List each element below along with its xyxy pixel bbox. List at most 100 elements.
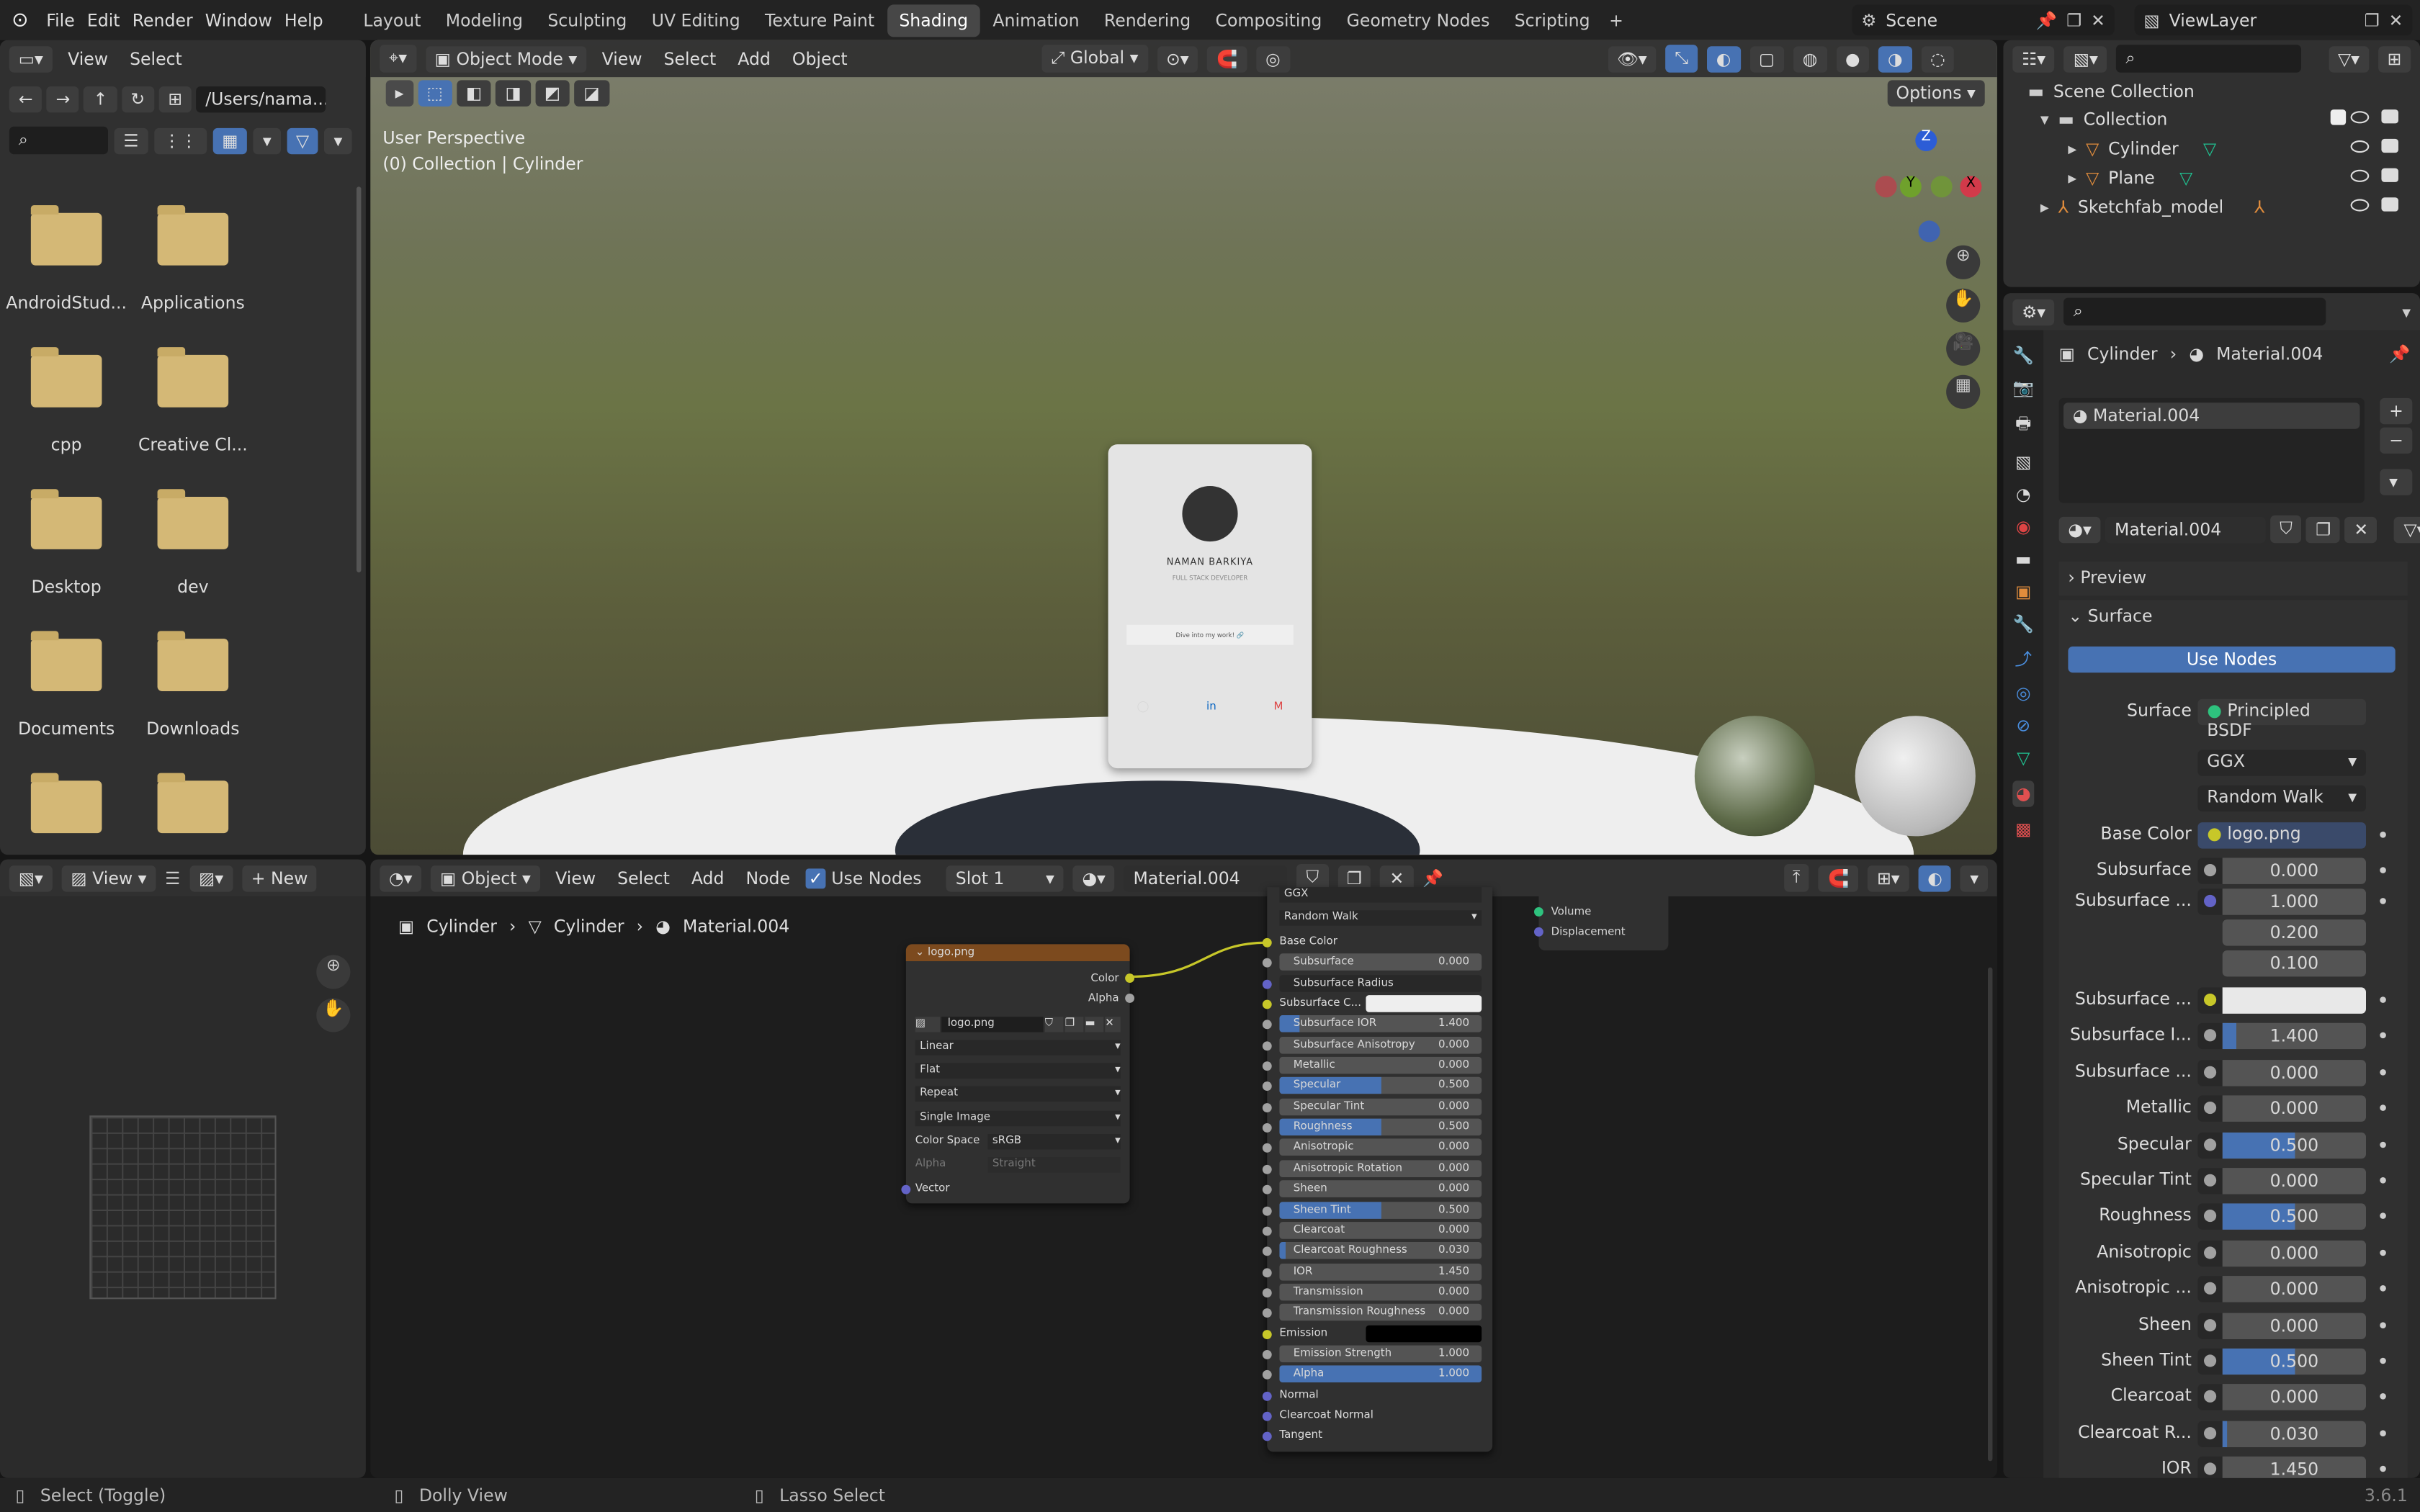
value-field[interactable]: 0.000: [2222, 1312, 2367, 1339]
texture-tab-icon[interactable]: ▩: [2015, 819, 2031, 840]
input-socket[interactable]: [1262, 1123, 1272, 1133]
volume-socket[interactable]: [1534, 907, 1543, 917]
filter-dropdown[interactable]: ▾: [324, 127, 352, 154]
camera-icon[interactable]: 🎥: [1946, 331, 1981, 366]
disclosure-closed-icon[interactable]: ▸: [2040, 197, 2049, 217]
node-slider[interactable]: Subsurface 0.000: [1279, 953, 1482, 971]
parent-directory-icon[interactable]: ↑: [84, 86, 117, 113]
shading-rendered-icon[interactable]: ◌: [1921, 45, 1955, 72]
tab-compositing[interactable]: Compositing: [1203, 4, 1334, 36]
input-socket[interactable]: [1262, 1081, 1272, 1092]
pivot-icon[interactable]: ⊙▾: [1157, 45, 1198, 72]
eye-icon[interactable]: [2350, 111, 2370, 124]
tab-texture-paint[interactable]: Texture Paint: [753, 4, 887, 36]
node-slider[interactable]: IOR 1.450: [1279, 1263, 1482, 1280]
input-socket[interactable]: [1262, 1061, 1272, 1071]
options-button[interactable]: Options ▾: [1886, 80, 1985, 107]
base-color-link[interactable]: ● logo.png: [2197, 822, 2367, 849]
outliner-item-cylinder[interactable]: ▸ ▽ Cylinder ▽: [2068, 134, 2216, 163]
subcolor-socket[interactable]: [1262, 999, 1272, 1009]
node-slider[interactable]: Clearcoat Roughness 0.030: [1279, 1242, 1482, 1259]
3d-viewport[interactable]: ⌖▾ ▣ Object Mode ▾ View Select Add Objec…: [370, 40, 1997, 855]
distribution-dropdown[interactable]: GGX ▾: [2197, 750, 2367, 776]
node-slider[interactable]: Transmission Roughness 0.000: [1279, 1304, 1482, 1321]
view-layer-tab-icon[interactable]: ▧: [2015, 452, 2031, 472]
empty-data-icon[interactable]: ⅄: [2254, 197, 2264, 217]
input-socket[interactable]: [1262, 1370, 1272, 1380]
close-icon[interactable]: ✕: [2389, 10, 2403, 30]
view-layer-name[interactable]: ViewLayer: [2169, 10, 2355, 30]
back-icon[interactable]: ←: [9, 86, 42, 113]
socket-link-button[interactable]: [2197, 1421, 2223, 1447]
mesh-data-icon[interactable]: ▽: [2179, 168, 2192, 189]
interpolation-dropdown[interactable]: Linear ▾: [915, 1040, 1121, 1056]
keyframe-dot[interactable]: [2380, 1466, 2386, 1472]
axis-x[interactable]: X: [1960, 176, 1982, 198]
socket-link-button[interactable]: [2197, 1276, 2223, 1302]
refresh-icon[interactable]: ↻: [121, 86, 155, 113]
output-tab-icon[interactable]: 🖶: [2015, 410, 2031, 440]
use-nodes-button[interactable]: Use Nodes: [2068, 646, 2396, 673]
value-field[interactable]: 0.500: [2222, 1348, 2367, 1375]
scene-tab-icon[interactable]: ◔: [2016, 485, 2031, 505]
input-socket[interactable]: [1262, 1185, 1272, 1194]
outliner-item-plane[interactable]: ▸ ▽ Plane ▽: [2068, 163, 2192, 193]
axis-neg-y[interactable]: [1930, 176, 1953, 198]
shading-wireframe-icon[interactable]: ◍: [1793, 45, 1827, 72]
socket-link-button[interactable]: [2197, 1095, 2223, 1122]
socket-link-button[interactable]: [2197, 1059, 2223, 1086]
collection-tab-icon[interactable]: ▬: [2015, 549, 2031, 570]
source-dropdown[interactable]: Single Image ▾: [915, 1110, 1121, 1127]
slot-specials-button[interactable]: ▾: [2380, 469, 2413, 495]
base-color-socket[interactable]: [1262, 937, 1272, 948]
pin-icon[interactable]: 📌: [2389, 344, 2410, 364]
folder-item[interactable]: Desktop: [4, 489, 127, 597]
value-field[interactable]: [2222, 987, 2367, 1014]
keyframe-dot[interactable]: [2380, 832, 2386, 838]
mode-dropdown[interactable]: ▣ Object Mode ▾: [425, 45, 587, 72]
socket-link-button[interactable]: [2197, 987, 2223, 1014]
sort-dropdown[interactable]: ▾: [254, 127, 281, 154]
duplicate-icon[interactable]: ❐: [2365, 10, 2380, 30]
thumbnail-view-icon[interactable]: ▦: [212, 127, 248, 154]
subsurface-method-dropdown[interactable]: Random Walk ▾: [1279, 910, 1482, 926]
menu-view[interactable]: View: [62, 45, 115, 71]
socket-link-button[interactable]: [2197, 888, 2223, 915]
menu-window[interactable]: Window: [199, 7, 278, 33]
node-slider[interactable]: Subsurface IOR 1.400: [1279, 1015, 1482, 1033]
scrollbar[interactable]: [1988, 967, 1993, 1462]
projection-dropdown[interactable]: Flat ▾: [915, 1063, 1121, 1079]
view-layer-selector[interactable]: ▧ ViewLayer ❐ ✕: [2134, 4, 2413, 36]
tangent-socket[interactable]: [1262, 1432, 1272, 1442]
output-color-socket[interactable]: [1125, 973, 1135, 984]
keyframe-dot[interactable]: [2380, 1249, 2386, 1256]
scene-selector[interactable]: ⚙ Scene 📌 ❐ ✕: [1852, 4, 2115, 36]
forward-icon[interactable]: →: [46, 86, 80, 113]
navigation-gizmo[interactable]: Z Y X: [1875, 125, 1984, 243]
ccnormal-socket[interactable]: [1262, 1411, 1272, 1421]
value-field[interactable]: 0.000: [2222, 1168, 2367, 1194]
path-field[interactable]: /Users/nama...: [196, 86, 326, 113]
tab-shading[interactable]: Shading: [887, 4, 981, 37]
fake-user-icon[interactable]: ⛉: [1044, 1017, 1064, 1032]
node-header[interactable]: ⌄ logo.png: [905, 944, 1130, 962]
node-slider[interactable]: Roughness 0.500: [1279, 1118, 1482, 1136]
zoom-icon[interactable]: ⊕: [1946, 245, 1981, 279]
input-socket[interactable]: [1262, 1102, 1272, 1112]
close-icon[interactable]: ✕: [2091, 10, 2105, 30]
input-socket[interactable]: [1262, 1246, 1272, 1256]
input-vector-socket[interactable]: [901, 1184, 911, 1194]
search-input[interactable]: ⌕: [9, 126, 109, 155]
object-tab-icon[interactable]: ▣: [2015, 582, 2031, 602]
thumbnail-small-icon[interactable]: ⋮⋮: [154, 127, 207, 154]
keyframe-dot[interactable]: [2380, 898, 2386, 904]
eye-icon[interactable]: [2350, 169, 2370, 182]
editor-type-button[interactable]: ⌖▾: [380, 45, 416, 73]
value-field[interactable]: 0.000: [2222, 1276, 2367, 1302]
duplicate-icon[interactable]: ❐: [1065, 1017, 1084, 1032]
particles-tab-icon[interactable]: ⤴: [2015, 647, 2033, 671]
socket-link-button[interactable]: [2197, 1204, 2223, 1230]
tab-sculpting[interactable]: Sculpting: [535, 4, 639, 36]
keyframe-dot[interactable]: [2380, 1321, 2386, 1328]
camera-render-icon[interactable]: [2381, 138, 2399, 153]
